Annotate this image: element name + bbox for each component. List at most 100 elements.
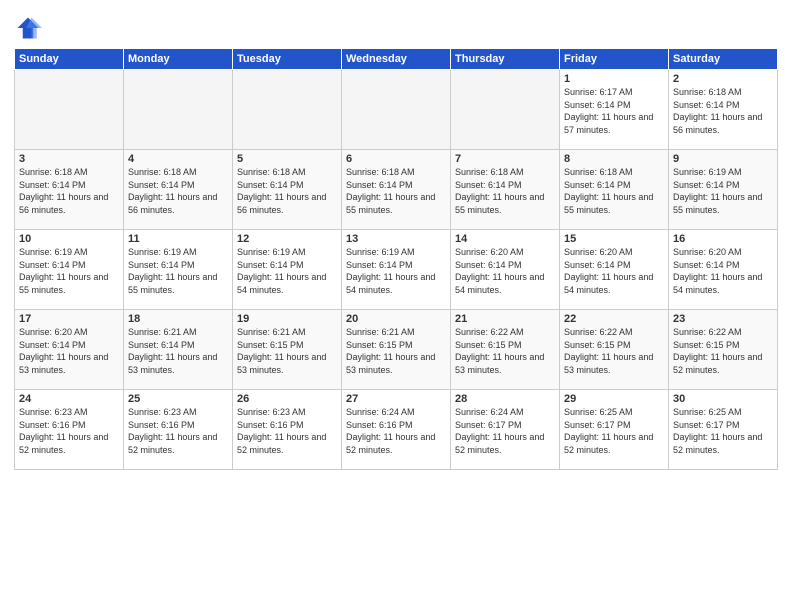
day-number: 22 bbox=[564, 313, 664, 325]
calendar-cell: 19Sunrise: 6:21 AM Sunset: 6:15 PM Dayli… bbox=[233, 310, 342, 390]
calendar-cell: 28Sunrise: 6:24 AM Sunset: 6:17 PM Dayli… bbox=[451, 390, 560, 470]
day-info: Sunrise: 6:17 AM Sunset: 6:14 PM Dayligh… bbox=[564, 86, 664, 136]
calendar-cell bbox=[124, 70, 233, 150]
day-number: 4 bbox=[128, 153, 228, 165]
day-info: Sunrise: 6:18 AM Sunset: 6:14 PM Dayligh… bbox=[455, 166, 555, 216]
page-container: SundayMondayTuesdayWednesdayThursdayFrid… bbox=[0, 0, 792, 612]
weekday-header-tuesday: Tuesday bbox=[233, 49, 342, 70]
calendar-cell: 24Sunrise: 6:23 AM Sunset: 6:16 PM Dayli… bbox=[15, 390, 124, 470]
day-number: 15 bbox=[564, 233, 664, 245]
day-info: Sunrise: 6:19 AM Sunset: 6:14 PM Dayligh… bbox=[19, 246, 119, 296]
weekday-header-friday: Friday bbox=[560, 49, 669, 70]
calendar-cell: 20Sunrise: 6:21 AM Sunset: 6:15 PM Dayli… bbox=[342, 310, 451, 390]
day-info: Sunrise: 6:21 AM Sunset: 6:14 PM Dayligh… bbox=[128, 326, 228, 376]
day-info: Sunrise: 6:25 AM Sunset: 6:17 PM Dayligh… bbox=[564, 406, 664, 456]
calendar-cell: 4Sunrise: 6:18 AM Sunset: 6:14 PM Daylig… bbox=[124, 150, 233, 230]
day-number: 24 bbox=[19, 393, 119, 405]
day-number: 6 bbox=[346, 153, 446, 165]
day-info: Sunrise: 6:18 AM Sunset: 6:14 PM Dayligh… bbox=[673, 86, 773, 136]
day-number: 12 bbox=[237, 233, 337, 245]
calendar-cell: 15Sunrise: 6:20 AM Sunset: 6:14 PM Dayli… bbox=[560, 230, 669, 310]
calendar-cell: 27Sunrise: 6:24 AM Sunset: 6:16 PM Dayli… bbox=[342, 390, 451, 470]
logo bbox=[14, 14, 46, 42]
day-number: 1 bbox=[564, 73, 664, 85]
day-number: 8 bbox=[564, 153, 664, 165]
calendar-cell: 13Sunrise: 6:19 AM Sunset: 6:14 PM Dayli… bbox=[342, 230, 451, 310]
day-info: Sunrise: 6:22 AM Sunset: 6:15 PM Dayligh… bbox=[673, 326, 773, 376]
day-info: Sunrise: 6:22 AM Sunset: 6:15 PM Dayligh… bbox=[455, 326, 555, 376]
calendar-cell: 8Sunrise: 6:18 AM Sunset: 6:14 PM Daylig… bbox=[560, 150, 669, 230]
calendar-cell: 29Sunrise: 6:25 AM Sunset: 6:17 PM Dayli… bbox=[560, 390, 669, 470]
day-number: 26 bbox=[237, 393, 337, 405]
calendar-cell: 10Sunrise: 6:19 AM Sunset: 6:14 PM Dayli… bbox=[15, 230, 124, 310]
day-number: 5 bbox=[237, 153, 337, 165]
calendar-cell: 5Sunrise: 6:18 AM Sunset: 6:14 PM Daylig… bbox=[233, 150, 342, 230]
day-number: 2 bbox=[673, 73, 773, 85]
day-number: 21 bbox=[455, 313, 555, 325]
calendar-cell: 9Sunrise: 6:19 AM Sunset: 6:14 PM Daylig… bbox=[669, 150, 778, 230]
day-number: 19 bbox=[237, 313, 337, 325]
day-info: Sunrise: 6:19 AM Sunset: 6:14 PM Dayligh… bbox=[128, 246, 228, 296]
day-number: 9 bbox=[673, 153, 773, 165]
calendar-cell: 18Sunrise: 6:21 AM Sunset: 6:14 PM Dayli… bbox=[124, 310, 233, 390]
day-number: 28 bbox=[455, 393, 555, 405]
day-info: Sunrise: 6:19 AM Sunset: 6:14 PM Dayligh… bbox=[237, 246, 337, 296]
calendar-week-row: 1Sunrise: 6:17 AM Sunset: 6:14 PM Daylig… bbox=[15, 70, 778, 150]
calendar-cell: 26Sunrise: 6:23 AM Sunset: 6:16 PM Dayli… bbox=[233, 390, 342, 470]
day-number: 13 bbox=[346, 233, 446, 245]
calendar-cell: 6Sunrise: 6:18 AM Sunset: 6:14 PM Daylig… bbox=[342, 150, 451, 230]
calendar-week-row: 17Sunrise: 6:20 AM Sunset: 6:14 PM Dayli… bbox=[15, 310, 778, 390]
weekday-header-wednesday: Wednesday bbox=[342, 49, 451, 70]
day-number: 25 bbox=[128, 393, 228, 405]
calendar-cell: 1Sunrise: 6:17 AM Sunset: 6:14 PM Daylig… bbox=[560, 70, 669, 150]
day-info: Sunrise: 6:23 AM Sunset: 6:16 PM Dayligh… bbox=[19, 406, 119, 456]
day-info: Sunrise: 6:18 AM Sunset: 6:14 PM Dayligh… bbox=[564, 166, 664, 216]
calendar-cell bbox=[233, 70, 342, 150]
day-info: Sunrise: 6:20 AM Sunset: 6:14 PM Dayligh… bbox=[564, 246, 664, 296]
day-info: Sunrise: 6:20 AM Sunset: 6:14 PM Dayligh… bbox=[455, 246, 555, 296]
day-number: 10 bbox=[19, 233, 119, 245]
day-number: 17 bbox=[19, 313, 119, 325]
day-info: Sunrise: 6:23 AM Sunset: 6:16 PM Dayligh… bbox=[237, 406, 337, 456]
calendar-cell bbox=[451, 70, 560, 150]
day-number: 29 bbox=[564, 393, 664, 405]
calendar-header-row: SundayMondayTuesdayWednesdayThursdayFrid… bbox=[15, 49, 778, 70]
day-info: Sunrise: 6:24 AM Sunset: 6:17 PM Dayligh… bbox=[455, 406, 555, 456]
day-info: Sunrise: 6:19 AM Sunset: 6:14 PM Dayligh… bbox=[346, 246, 446, 296]
day-number: 16 bbox=[673, 233, 773, 245]
calendar-cell: 14Sunrise: 6:20 AM Sunset: 6:14 PM Dayli… bbox=[451, 230, 560, 310]
logo-icon bbox=[14, 14, 42, 42]
day-number: 7 bbox=[455, 153, 555, 165]
day-info: Sunrise: 6:21 AM Sunset: 6:15 PM Dayligh… bbox=[237, 326, 337, 376]
day-info: Sunrise: 6:21 AM Sunset: 6:15 PM Dayligh… bbox=[346, 326, 446, 376]
day-info: Sunrise: 6:20 AM Sunset: 6:14 PM Dayligh… bbox=[673, 246, 773, 296]
calendar-week-row: 10Sunrise: 6:19 AM Sunset: 6:14 PM Dayli… bbox=[15, 230, 778, 310]
day-info: Sunrise: 6:18 AM Sunset: 6:14 PM Dayligh… bbox=[128, 166, 228, 216]
calendar-cell: 21Sunrise: 6:22 AM Sunset: 6:15 PM Dayli… bbox=[451, 310, 560, 390]
calendar-cell: 12Sunrise: 6:19 AM Sunset: 6:14 PM Dayli… bbox=[233, 230, 342, 310]
calendar-cell: 7Sunrise: 6:18 AM Sunset: 6:14 PM Daylig… bbox=[451, 150, 560, 230]
page-header bbox=[14, 10, 778, 42]
day-number: 3 bbox=[19, 153, 119, 165]
day-info: Sunrise: 6:18 AM Sunset: 6:14 PM Dayligh… bbox=[346, 166, 446, 216]
calendar-cell: 30Sunrise: 6:25 AM Sunset: 6:17 PM Dayli… bbox=[669, 390, 778, 470]
day-info: Sunrise: 6:18 AM Sunset: 6:14 PM Dayligh… bbox=[237, 166, 337, 216]
day-number: 18 bbox=[128, 313, 228, 325]
day-number: 30 bbox=[673, 393, 773, 405]
weekday-header-monday: Monday bbox=[124, 49, 233, 70]
calendar-cell: 17Sunrise: 6:20 AM Sunset: 6:14 PM Dayli… bbox=[15, 310, 124, 390]
calendar-cell: 2Sunrise: 6:18 AM Sunset: 6:14 PM Daylig… bbox=[669, 70, 778, 150]
calendar-week-row: 3 Sunrise: 6:18 AM Sunset: 6:14 PM Daylig… bbox=[15, 150, 778, 230]
day-info: Sunrise: 6:22 AM Sunset: 6:15 PM Dayligh… bbox=[564, 326, 664, 376]
calendar-cell bbox=[15, 70, 124, 150]
day-info: Sunrise: 6:20 AM Sunset: 6:14 PM Dayligh… bbox=[19, 326, 119, 376]
calendar-cell: 23Sunrise: 6:22 AM Sunset: 6:15 PM Dayli… bbox=[669, 310, 778, 390]
calendar-week-row: 24Sunrise: 6:23 AM Sunset: 6:16 PM Dayli… bbox=[15, 390, 778, 470]
weekday-header-sunday: Sunday bbox=[15, 49, 124, 70]
day-info: Sunrise: 6:25 AM Sunset: 6:17 PM Dayligh… bbox=[673, 406, 773, 456]
day-number: 23 bbox=[673, 313, 773, 325]
day-info: Sunrise: 6:19 AM Sunset: 6:14 PM Dayligh… bbox=[673, 166, 773, 216]
day-number: 27 bbox=[346, 393, 446, 405]
calendar-cell: 11Sunrise: 6:19 AM Sunset: 6:14 PM Dayli… bbox=[124, 230, 233, 310]
day-number: 11 bbox=[128, 233, 228, 245]
